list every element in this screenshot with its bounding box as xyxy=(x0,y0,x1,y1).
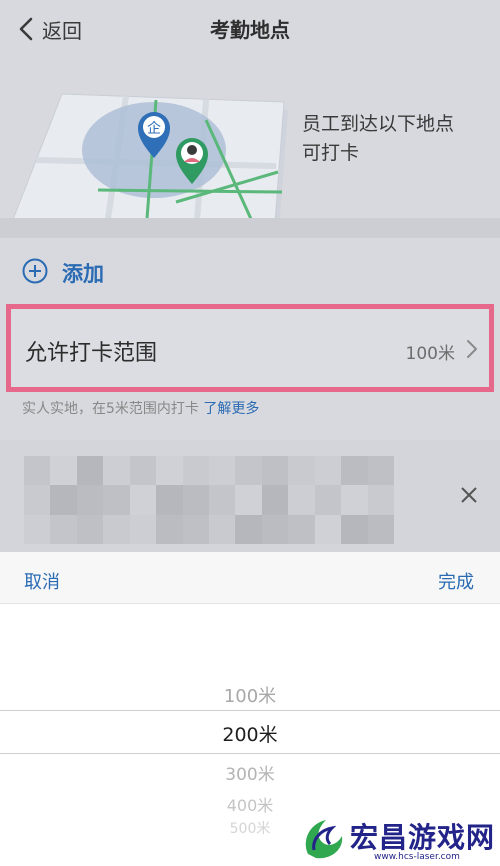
picker-option-selected[interactable]: 200米 xyxy=(0,720,500,747)
done-button[interactable]: 完成 xyxy=(438,568,474,594)
nav-bar: 返回 考勤地点 xyxy=(0,0,500,58)
background-page: 返回 考勤地点 企 员工到达以下地点 可打卡 添加 允许打卡范围 100米 实人… xyxy=(0,0,500,552)
mosaic-tile xyxy=(288,456,315,486)
mosaic-tile xyxy=(367,456,394,486)
dragon-logo-icon xyxy=(305,820,343,859)
mosaic-tile xyxy=(341,514,368,544)
picker-option[interactable]: 300米 xyxy=(0,760,500,785)
mosaic-tile xyxy=(209,485,236,515)
mosaic-tile xyxy=(209,456,236,486)
close-icon[interactable] xyxy=(460,486,478,504)
mosaic-tile xyxy=(182,514,209,544)
mosaic-tile xyxy=(24,456,51,486)
range-value: 100米 xyxy=(405,344,455,364)
mosaic-tile xyxy=(314,485,342,515)
mosaic-tile xyxy=(288,514,315,544)
mosaic-tile xyxy=(50,456,77,486)
watermark-url: www.hcs-laser.com xyxy=(374,852,460,862)
mosaic-tile xyxy=(103,485,130,515)
mosaic-tile xyxy=(156,456,183,486)
hero-description: 员工到达以下地点 可打卡 xyxy=(302,113,455,164)
plus-circle-icon xyxy=(22,258,48,284)
blurred-notice xyxy=(0,440,500,552)
mosaic-tile xyxy=(50,514,77,544)
mosaic-tile xyxy=(235,485,262,515)
mosaic-tile xyxy=(103,456,130,486)
mosaic-tile xyxy=(261,514,289,544)
mosaic-tile xyxy=(341,485,368,515)
svg-text:企: 企 xyxy=(147,120,161,137)
site-watermark: 宏昌游戏网 www.hcs-laser.com xyxy=(300,806,500,866)
mosaic-tile xyxy=(76,514,104,544)
mosaic-tile xyxy=(24,514,51,544)
mosaic-tile xyxy=(209,514,236,544)
picker-option[interactable]: 100米 xyxy=(0,682,500,708)
mosaic-tile xyxy=(261,456,289,486)
mosaic-tile xyxy=(235,456,262,486)
mosaic-tile xyxy=(314,514,342,544)
add-location-button[interactable]: 添加 xyxy=(0,238,500,302)
cancel-button[interactable]: 取消 xyxy=(24,568,60,594)
mosaic-tile xyxy=(182,456,209,486)
mosaic-tile xyxy=(103,514,130,544)
mosaic-tile xyxy=(182,485,209,515)
watermark-name: 宏昌游戏网 xyxy=(350,821,496,854)
range-hint: 实人实地，在5米范围内打卡 了解更多 xyxy=(22,401,260,417)
chevron-right-icon xyxy=(467,340,477,358)
mosaic-tile xyxy=(288,485,315,515)
mosaic-tile xyxy=(76,456,104,486)
mosaic-tile xyxy=(24,485,51,515)
mosaic-tile xyxy=(314,456,342,486)
page-title: 考勤地点 xyxy=(210,18,290,42)
mosaic-tile xyxy=(261,485,289,515)
mosaic-tile xyxy=(341,456,368,486)
blurred-content xyxy=(24,456,394,544)
mosaic-tile xyxy=(156,485,183,515)
hero-banner: 企 员工到达以下地点 可打卡 xyxy=(0,58,500,244)
mosaic-tile xyxy=(235,514,262,544)
section-separator xyxy=(0,218,500,238)
clock-in-range-row[interactable]: 允许打卡范围 100米 xyxy=(6,304,494,392)
mosaic-tile xyxy=(129,514,157,544)
mosaic-tile xyxy=(367,485,394,515)
add-label: 添加 xyxy=(62,262,104,286)
mosaic-tile xyxy=(76,485,104,515)
mosaic-tile xyxy=(50,485,77,515)
picker-toolbar: 取消 完成 xyxy=(0,552,500,604)
mosaic-tile xyxy=(156,514,183,544)
mosaic-tile xyxy=(129,485,157,515)
mosaic-tile xyxy=(367,514,394,544)
range-label: 允许打卡范围 xyxy=(25,341,158,366)
learn-more-link[interactable]: 了解更多 xyxy=(203,401,259,417)
mosaic-tile xyxy=(129,456,157,486)
